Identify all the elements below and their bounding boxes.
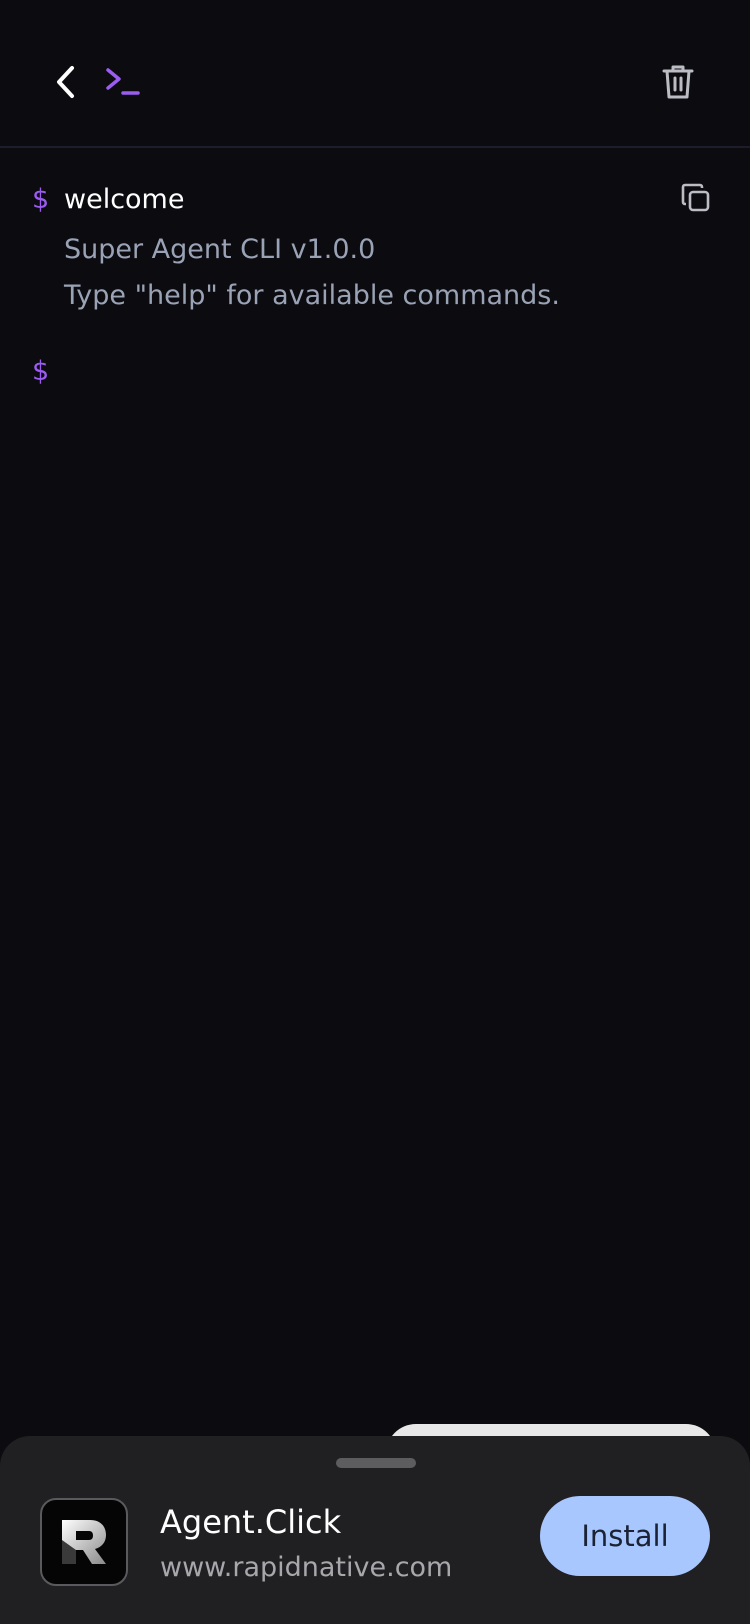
app-name: Agent.Click bbox=[160, 1503, 342, 1541]
chevron-left-icon bbox=[57, 66, 74, 98]
prompt-symbol: $ bbox=[32, 184, 50, 215]
clear-terminal-button[interactable] bbox=[656, 58, 700, 106]
app-logo bbox=[40, 1498, 128, 1586]
sheet-drag-handle[interactable] bbox=[336, 1458, 416, 1468]
trash-icon bbox=[662, 65, 694, 99]
copy-icon bbox=[681, 183, 710, 212]
app-url: www.rapidnative.com bbox=[160, 1552, 453, 1583]
terminal-output[interactable]: $ welcome Super Agent CLI v1.0.0 Type "h… bbox=[0, 150, 750, 1420]
install-app-sheet: Agent.Click www.rapidnative.com Install bbox=[0, 1436, 750, 1624]
output-line: Type "help" for available commands. bbox=[64, 280, 560, 311]
r-logo-icon bbox=[62, 1520, 106, 1564]
terminal-screen: $ welcome Super Agent CLI v1.0.0 Type "h… bbox=[0, 0, 750, 1624]
command-text: welcome bbox=[64, 184, 185, 215]
install-button[interactable]: Install bbox=[540, 1496, 710, 1576]
terminal-icon bbox=[106, 68, 140, 95]
back-button[interactable] bbox=[44, 56, 88, 108]
copy-output-button[interactable] bbox=[678, 180, 714, 216]
header-bar bbox=[0, 0, 750, 148]
output-line: Super Agent CLI v1.0.0 bbox=[64, 234, 376, 265]
input-prompt-symbol[interactable]: $ bbox=[32, 354, 49, 390]
